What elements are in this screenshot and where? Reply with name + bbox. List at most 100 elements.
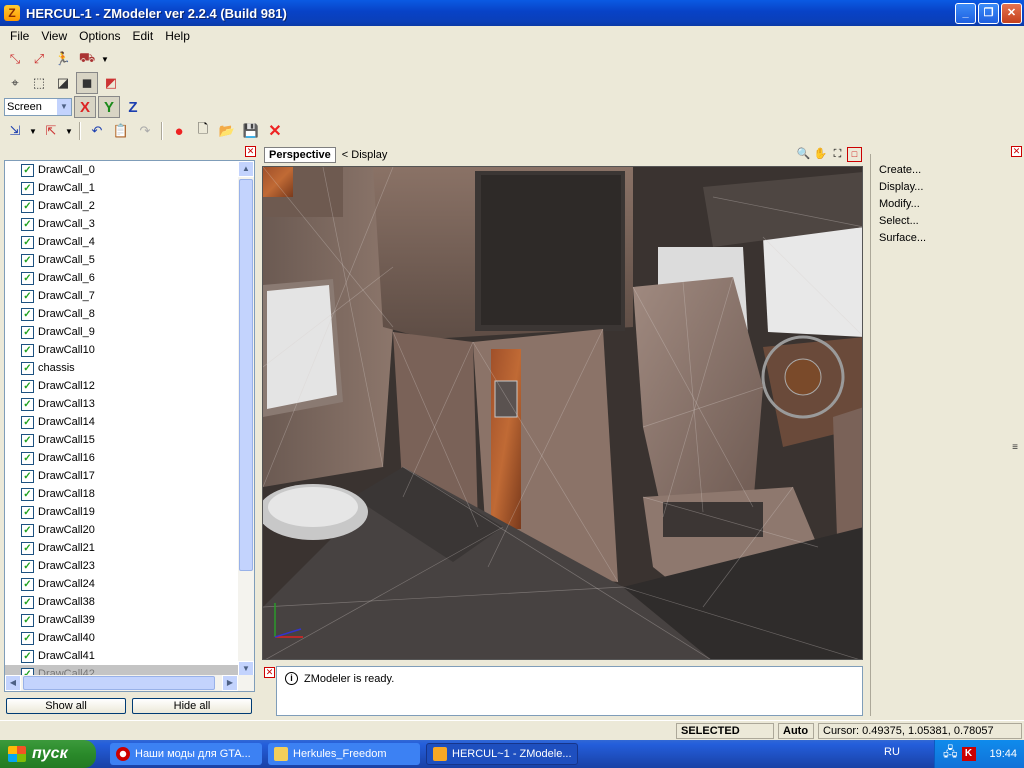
- scrollbar-thumb[interactable]: [239, 179, 253, 571]
- tree-item[interactable]: ✓ DrawCall12: [5, 377, 239, 395]
- checkbox-checked-icon[interactable]: ✓: [21, 505, 34, 519]
- checkbox-checked-icon[interactable]: ✓: [21, 181, 34, 195]
- tree-item[interactable]: ✓ DrawCall13: [5, 395, 239, 413]
- import-icon[interactable]: ⇲: [4, 120, 26, 142]
- menu-view[interactable]: View: [35, 29, 73, 43]
- tree-item[interactable]: ✓ DrawCall_0: [5, 161, 239, 179]
- close-file-icon[interactable]: ✕: [264, 120, 286, 142]
- vertex-mode-icon[interactable]: ⌖: [4, 72, 26, 94]
- shaded-cube-icon[interactable]: ◼: [76, 72, 98, 94]
- checkbox-checked-icon[interactable]: ✓: [21, 217, 34, 231]
- scrollbar-thumb[interactable]: [23, 676, 215, 690]
- display-link[interactable]: < Display: [342, 149, 388, 161]
- taskbar-item-folder[interactable]: Herkules_Freedom: [268, 743, 420, 765]
- textured-cube-icon[interactable]: ◩: [100, 72, 122, 94]
- menu-file[interactable]: File: [4, 29, 35, 43]
- new-file-icon[interactable]: 🗋: [192, 120, 214, 142]
- tree-item[interactable]: ✓ DrawCall18: [5, 485, 239, 503]
- command-select[interactable]: Select...: [871, 213, 1020, 230]
- 3d-viewport[interactable]: [262, 166, 863, 660]
- chevron-down-icon[interactable]: ▼: [28, 120, 38, 142]
- checkbox-checked-icon[interactable]: ✓: [21, 325, 34, 339]
- tree-item[interactable]: ✓ DrawCall19: [5, 503, 239, 521]
- auto-indicator[interactable]: Auto: [778, 723, 814, 739]
- tree-item[interactable]: ✓ DrawCall_1: [5, 179, 239, 197]
- tree-item[interactable]: ✓ DrawCall10: [5, 341, 239, 359]
- redo-icon[interactable]: ↷: [134, 120, 156, 142]
- vertical-scrollbar[interactable]: ▲ ▼: [238, 161, 254, 677]
- checkbox-checked-icon[interactable]: ✓: [21, 595, 34, 609]
- command-modify[interactable]: Modify...: [871, 196, 1020, 213]
- tree-item[interactable]: ✓ DrawCall23: [5, 557, 239, 575]
- menu-edit[interactable]: Edit: [127, 29, 160, 43]
- command-create[interactable]: Create...: [871, 162, 1020, 179]
- export-icon[interactable]: ⇱: [40, 120, 62, 142]
- menu-options[interactable]: Options: [73, 29, 126, 43]
- checkbox-checked-icon[interactable]: ✓: [21, 577, 34, 591]
- checkbox-checked-icon[interactable]: ✓: [21, 199, 34, 213]
- maximize-viewport-icon[interactable]: □: [847, 147, 862, 162]
- checkbox-checked-icon[interactable]: ✓: [21, 271, 34, 285]
- save-icon[interactable]: 💾: [240, 120, 262, 142]
- kaspersky-icon[interactable]: K: [961, 747, 976, 761]
- tree-item[interactable]: ✓ DrawCall40: [5, 629, 239, 647]
- tree-item[interactable]: ✓ DrawCall17: [5, 467, 239, 485]
- scroll-up-icon[interactable]: ▲: [238, 161, 254, 177]
- clipboard-icon[interactable]: 📋: [110, 120, 132, 142]
- select-polygon-icon[interactable]: ⤢: [28, 48, 50, 70]
- start-button[interactable]: пуск: [0, 740, 96, 768]
- checkbox-checked-icon[interactable]: ✓: [21, 343, 34, 357]
- tree-item[interactable]: ✓ DrawCall_5: [5, 251, 239, 269]
- tree-item[interactable]: ✓ DrawCall_9: [5, 323, 239, 341]
- axis-x-toggle[interactable]: X: [74, 96, 96, 118]
- zoom-icon[interactable]: 🔍: [796, 147, 811, 162]
- checkbox-checked-icon[interactable]: ✓: [21, 451, 34, 465]
- fit-view-icon[interactable]: ⛶: [830, 147, 845, 162]
- scroll-left-icon[interactable]: ◀: [5, 675, 21, 691]
- flat-cube-icon[interactable]: ◪: [52, 72, 74, 94]
- checkbox-checked-icon[interactable]: ✓: [21, 307, 34, 321]
- tree-item[interactable]: ✓ DrawCall20: [5, 521, 239, 539]
- checkbox-checked-icon[interactable]: ✓: [21, 397, 34, 411]
- checkbox-checked-icon[interactable]: ✓: [21, 379, 34, 393]
- tree-item[interactable]: ✓ DrawCall39: [5, 611, 239, 629]
- show-all-button[interactable]: Show all: [6, 698, 126, 714]
- tree-item[interactable]: ✓ chassis: [5, 359, 239, 377]
- checkbox-checked-icon[interactable]: ✓: [21, 361, 34, 375]
- coord-mode-select[interactable]: Screen ▼: [4, 98, 72, 116]
- command-display[interactable]: Display...: [871, 179, 1020, 196]
- horizontal-scrollbar[interactable]: ◀ ▶: [5, 675, 254, 691]
- undo-icon[interactable]: ↶: [86, 120, 108, 142]
- command-surface[interactable]: Surface...: [871, 230, 1020, 247]
- tree-item[interactable]: ✓ DrawCall_7: [5, 287, 239, 305]
- close-button[interactable]: ✕: [1001, 3, 1022, 24]
- tree-item[interactable]: ✓ DrawCall24: [5, 575, 239, 593]
- checkbox-checked-icon[interactable]: ✓: [21, 469, 34, 483]
- checkbox-checked-icon[interactable]: ✓: [21, 289, 34, 303]
- minimize-button[interactable]: _: [955, 3, 976, 24]
- select-object-icon[interactable]: 🏃: [52, 48, 74, 70]
- axis-z-toggle[interactable]: Z: [122, 96, 144, 118]
- resize-grip-icon[interactable]: ≡: [1012, 442, 1018, 453]
- axis-y-toggle[interactable]: Y: [98, 96, 120, 118]
- checkbox-checked-icon[interactable]: ✓: [21, 541, 34, 555]
- checkbox-checked-icon[interactable]: ✓: [21, 415, 34, 429]
- tab-perspective[interactable]: Perspective: [264, 147, 336, 163]
- pan-hand-icon[interactable]: ✋: [813, 147, 828, 162]
- wireframe-cube-icon[interactable]: ⬚: [28, 72, 50, 94]
- tree-item[interactable]: ✓ DrawCall38: [5, 593, 239, 611]
- taskbar-item-zmodeler[interactable]: HERCUL~1 - ZModele...: [426, 743, 578, 765]
- tree-item[interactable]: ✓ DrawCall16: [5, 449, 239, 467]
- close-icon[interactable]: ✕: [245, 146, 256, 157]
- scroll-right-icon[interactable]: ▶: [222, 675, 238, 691]
- checkbox-checked-icon[interactable]: ✓: [21, 649, 34, 663]
- tree-item[interactable]: ✓ DrawCall41: [5, 647, 239, 665]
- tree-item[interactable]: ✓ DrawCall_6: [5, 269, 239, 287]
- checkbox-checked-icon[interactable]: ✓: [21, 613, 34, 627]
- hide-all-button[interactable]: Hide all: [132, 698, 252, 714]
- record-icon[interactable]: ●: [168, 120, 190, 142]
- zmodeler-app-icon[interactable]: Z: [4, 5, 20, 21]
- network-icon[interactable]: 🖧: [943, 743, 958, 765]
- tree-item[interactable]: ✓ DrawCall_4: [5, 233, 239, 251]
- taskbar-item-browser[interactable]: Наши моды для GTA...: [110, 743, 262, 765]
